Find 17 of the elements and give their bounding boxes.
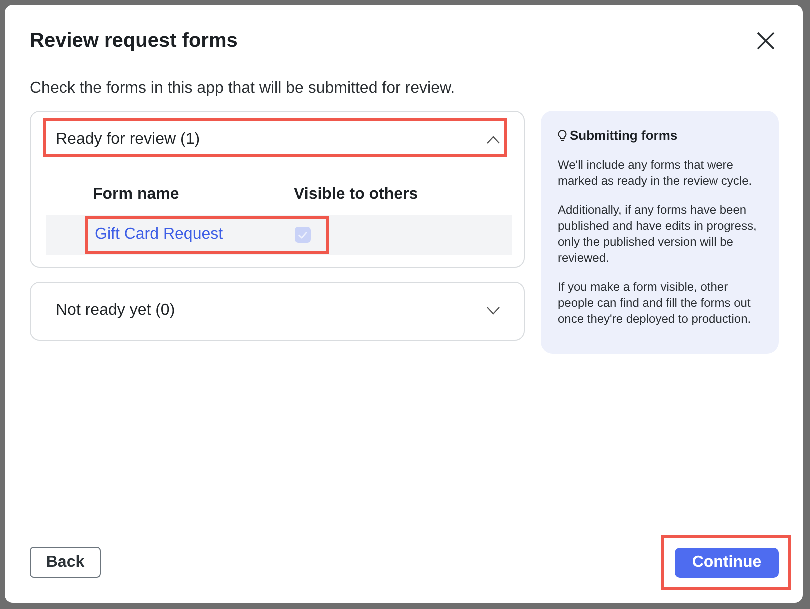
info-paragraph: Additionally, if any forms have been published and have edits in progress, only the published version will be reviewed.	[558, 202, 758, 266]
back-button[interactable]: Back	[30, 547, 101, 578]
column-header: Form name	[93, 185, 180, 205]
lightbulb-icon	[558, 130, 567, 142]
close-button[interactable]	[757, 32, 775, 50]
dialog-subtitle: Check the forms in this app that will be submitted for review.	[30, 79, 456, 99]
accordion-header[interactable]: Ready for review (1)	[46, 121, 504, 154]
dialog-title: Review request forms	[30, 29, 238, 53]
accordion-header[interactable]: Not ready yet (0)	[46, 292, 504, 325]
info-panel-title: Submitting forms	[570, 127, 678, 145]
close-icon	[757, 32, 775, 50]
chevron-down-icon	[487, 307, 500, 315]
info-paragraph: If you make a form visible, other people can find and fill the forms out once they're deployed to production.	[558, 279, 752, 327]
column-header: Visible to others	[294, 185, 420, 205]
continue-button[interactable]: Continue	[675, 548, 779, 578]
info-paragraph: We'll include any forms that were marked as ready in the review cycle.	[558, 157, 754, 189]
chevron-up-icon	[487, 136, 500, 144]
